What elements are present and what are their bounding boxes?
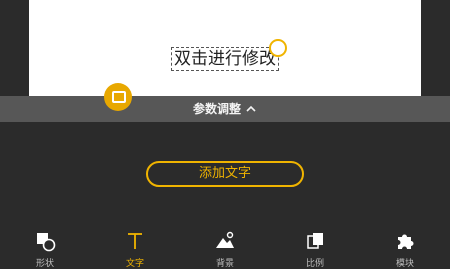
puzzle-icon	[398, 234, 414, 249]
parameter-adjust-bar[interactable]: 参数调整	[0, 96, 450, 122]
tool-text-label: 文字	[125, 259, 144, 269]
background-image-icon	[216, 231, 234, 248]
tool-shape[interactable]: 形状	[25, 226, 65, 269]
add-text-button[interactable]: 添加文字	[146, 161, 304, 187]
tool-background[interactable]: 背景	[205, 226, 245, 269]
tool-ratio-label: 比例	[305, 259, 324, 269]
bottom-toolbar: 形状 文字 背景 比例 模块	[0, 226, 450, 269]
tool-ratio[interactable]: 比例	[295, 226, 335, 269]
resize-icon	[112, 91, 126, 103]
editable-text-box[interactable]: 双击进行修改	[171, 47, 279, 71]
editing-canvas[interactable]: 双击进行修改	[29, 0, 421, 96]
ratio-icon	[307, 233, 323, 249]
tool-text[interactable]: 文字	[115, 226, 155, 269]
tool-module[interactable]: 模块	[385, 226, 425, 269]
parameter-adjust-label: 参数调整	[193, 102, 242, 116]
text-icon	[128, 233, 142, 249]
tool-module-label: 模块	[395, 259, 414, 269]
resize-handle[interactable]	[104, 83, 132, 111]
shape-icon	[37, 233, 56, 252]
rotate-handle[interactable]	[269, 39, 287, 57]
chevron-up-icon	[246, 105, 256, 112]
tool-shape-label: 形状	[35, 259, 54, 269]
tool-background-label: 背景	[215, 259, 234, 269]
